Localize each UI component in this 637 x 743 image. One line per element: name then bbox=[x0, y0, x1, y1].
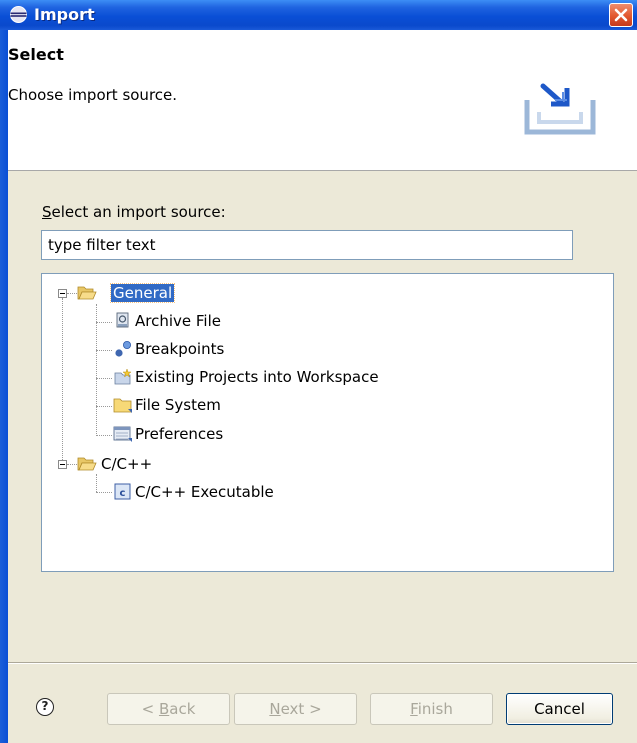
help-icon[interactable]: ? bbox=[36, 698, 54, 716]
tree-connector bbox=[96, 435, 112, 436]
tree-item-general[interactable]: General bbox=[109, 283, 176, 303]
next-button-mnemonic: N bbox=[269, 700, 281, 718]
tree-connector bbox=[96, 378, 112, 379]
tree-connector bbox=[96, 350, 112, 351]
preferences-icon bbox=[113, 426, 132, 442]
import-icon bbox=[524, 83, 596, 135]
next-button-label: ext > bbox=[280, 700, 322, 718]
tree-item-archive-file[interactable]: Archive File bbox=[135, 312, 221, 330]
tree-connector bbox=[96, 322, 112, 323]
window-frame-left bbox=[0, 30, 8, 743]
existing-projects-icon bbox=[114, 368, 132, 385]
tree-connector bbox=[67, 293, 77, 294]
import-dialog: Import Select Choose import source. Sele… bbox=[0, 0, 637, 743]
folder-icon bbox=[113, 398, 132, 413]
archive-file-icon bbox=[116, 312, 129, 328]
tree-connector bbox=[96, 492, 112, 493]
cancel-button[interactable]: Cancel bbox=[506, 693, 613, 725]
tree-item-cpp[interactable]: C/C++ bbox=[101, 455, 152, 473]
close-icon bbox=[614, 8, 628, 22]
next-button[interactable]: Next > bbox=[234, 693, 357, 725]
tree-connector bbox=[96, 304, 97, 436]
button-bar-separator bbox=[8, 662, 637, 664]
tree-item-file-system[interactable]: File System bbox=[135, 396, 221, 414]
breakpoints-icon bbox=[115, 341, 131, 357]
folder-open-icon bbox=[77, 457, 97, 471]
finish-button[interactable]: Finish bbox=[370, 693, 493, 725]
tree-connector bbox=[96, 474, 97, 492]
page-description: Choose import source. bbox=[8, 86, 178, 104]
cpp-executable-icon: c bbox=[114, 483, 131, 500]
tree-item-preferences[interactable]: Preferences bbox=[135, 425, 223, 443]
back-button-prefix: < bbox=[141, 700, 159, 718]
collapse-toggle-general[interactable] bbox=[58, 289, 67, 298]
tree-item-breakpoints[interactable]: Breakpoints bbox=[135, 340, 224, 358]
finish-button-label: inish bbox=[417, 700, 453, 718]
window-title: Import bbox=[34, 5, 95, 24]
filter-input[interactable] bbox=[41, 230, 573, 260]
collapse-toggle-cpp[interactable] bbox=[58, 460, 67, 469]
finish-button-mnemonic: F bbox=[410, 700, 418, 718]
source-label-mnemonic: S bbox=[42, 203, 52, 221]
page-title: Select bbox=[8, 45, 64, 64]
tree-connector bbox=[67, 464, 77, 465]
tree-connector bbox=[62, 298, 63, 468]
tree-item-cpp-executable[interactable]: C/C++ Executable bbox=[135, 483, 274, 501]
import-source-label: Select an import source: bbox=[42, 203, 226, 221]
back-button-mnemonic: B bbox=[158, 700, 170, 718]
source-label-text: elect an import source: bbox=[51, 203, 226, 221]
tree-connector bbox=[96, 406, 112, 407]
close-button[interactable] bbox=[609, 3, 633, 27]
back-button[interactable]: < Back bbox=[107, 693, 230, 725]
eclipse-icon bbox=[10, 6, 27, 23]
svg-text:c: c bbox=[120, 488, 126, 499]
back-button-label: ack bbox=[169, 700, 196, 718]
folder-open-icon bbox=[77, 286, 97, 300]
title-bar[interactable]: Import bbox=[0, 0, 637, 30]
import-source-tree[interactable]: General Archive File Breakpoints Existin… bbox=[41, 273, 614, 572]
tree-item-existing-projects[interactable]: Existing Projects into Workspace bbox=[135, 368, 379, 386]
